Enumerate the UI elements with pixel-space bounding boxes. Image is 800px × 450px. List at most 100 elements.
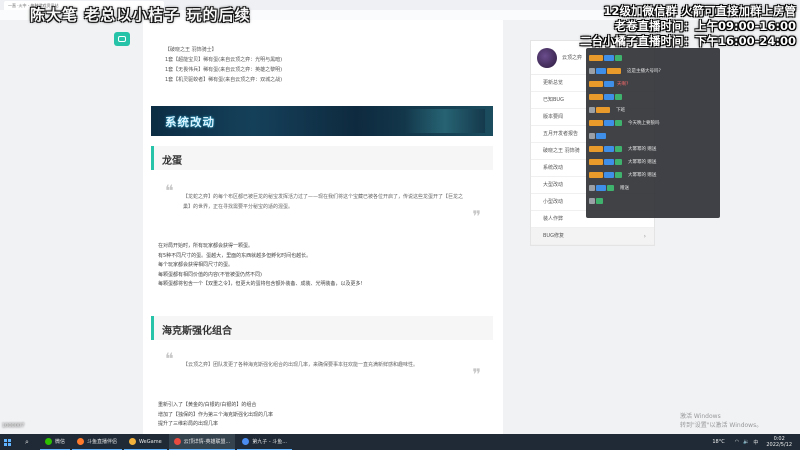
- user-badge-icon: [615, 171, 622, 178]
- search-icon: ⌕: [25, 437, 29, 446]
- windows-activation-watermark: 激活 Windows 转到"设置"以激活 Windows。: [680, 412, 762, 430]
- chat-text: 赠送: [620, 185, 629, 191]
- toc-item-label: 系统改动: [543, 165, 564, 171]
- user-badge-icon: [615, 119, 622, 126]
- toc-header-label: 云顶之弈: [562, 55, 583, 61]
- app-icon: [129, 438, 137, 445]
- user-badge-icon: [589, 184, 595, 191]
- banner-decoration: [405, 109, 485, 133]
- clock-date: 2022/5/12: [766, 442, 792, 448]
- volume-icon[interactable]: 🔉: [743, 439, 749, 445]
- taskbar-app-label: WeGame: [139, 438, 162, 445]
- user-badge-icon: [596, 184, 606, 191]
- toc-item-label: 装人作弊: [543, 216, 564, 222]
- section-heading-dragon-egg: 龙蛋: [151, 146, 493, 170]
- taskbar-app[interactable]: 斗鱼直播伴侣: [72, 434, 123, 450]
- chat-text: 大幂幂的 赠送: [628, 146, 657, 152]
- chat-message: [589, 91, 717, 103]
- body-line: 提升了三维彩局的出现几率: [158, 421, 219, 427]
- chat-username: 天啊?: [617, 81, 629, 87]
- user-badge-icon: [604, 93, 614, 100]
- section-body: 重新引入了【黄金的/白银的/白银的】的组合 增加了【独保的】作为第三个海克斯强化…: [158, 401, 273, 430]
- chat-text: 今天晚上要狼吗: [628, 120, 660, 126]
- toc-item-label: 小型改动: [543, 199, 564, 205]
- user-badge-icon: [615, 54, 622, 61]
- quote-text: 【云顶之弈】团队发更了各种海克斯强化组合的出现几率，来确保要事本狂欢能一直充满新…: [183, 362, 419, 368]
- taskbar-app[interactable]: 第九子 - 斗鱼...: [237, 434, 292, 450]
- windows-taskbar: ⌕ 微信 斗鱼直播伴侣 WeGame 云顶详情-英雄联盟... 第九子 - 斗鱼... …: [0, 434, 800, 450]
- quote-open-icon: ❝: [165, 181, 174, 200]
- body-line: 每个玩家都会获得相同尺寸的蛋。: [158, 262, 234, 268]
- quote-open-icon: ❝: [165, 349, 174, 368]
- network-icon[interactable]: ◠: [735, 439, 739, 445]
- chat-text: 大幂幂的 赠送: [628, 159, 657, 165]
- start-button[interactable]: [0, 434, 14, 450]
- toc-item-label: 五月开发者报告: [543, 131, 579, 137]
- section-body: 在对局开始时，所有玩家都会获得一颗蛋。 有5种不同尺寸的蛋。蛋越大，里面的东西就…: [158, 242, 363, 290]
- chat-message: 大幂幂的 赠送: [589, 143, 717, 155]
- chat-message: [589, 195, 717, 207]
- user-badge-icon: [604, 171, 614, 178]
- article-content: 【破晓之王 羽饰骑士】 1套【超能宝贝】稀有蛋(来自云顶之弈：光明与黑暗) 1套…: [143, 20, 503, 434]
- taskbar-app[interactable]: 云顶详情-英雄联盟...: [168, 434, 236, 450]
- chevron-right-icon: ›: [643, 233, 646, 240]
- feedback-button[interactable]: [114, 32, 130, 46]
- user-badge-icon: [615, 93, 622, 100]
- toc-item-label: 大型改动: [543, 182, 564, 188]
- section-heading-text: 海克斯强化组合: [162, 326, 232, 337]
- stream-info-line: 老卷直播时间：上午09:00-16:00: [614, 19, 796, 33]
- app-icon: [77, 438, 85, 445]
- toc-item[interactable]: BUG修复 ›: [531, 228, 654, 245]
- body-line: 在对局开始时，所有玩家都会获得一颗蛋。: [158, 243, 254, 249]
- body-line: 重新引入了【黄金的/白银的/白银的】的组合: [158, 402, 257, 408]
- toc-item-label: 已知BUG: [543, 97, 564, 103]
- user-badge-icon: [589, 80, 603, 87]
- chat-message: 赠送: [589, 182, 717, 194]
- clock[interactable]: 0:02 2022/5/12: [766, 436, 792, 448]
- taskbar-app[interactable]: WeGame: [124, 434, 167, 450]
- reward-item: 1套【机灵驱蛟者】稀有蛋(来自云顶之弈：双城之战): [165, 77, 283, 83]
- reward-item: 【破晓之王 羽饰骑士】: [165, 47, 217, 53]
- body-line: 每颗蛋都有相同价值的内容(不管被蛋仍然不同): [158, 271, 262, 278]
- ime-icon[interactable]: 中: [753, 439, 758, 446]
- user-badge-icon: [604, 145, 614, 152]
- body-line: 有5种不同尺寸的蛋。蛋越大，里面的东西就越多但孵化时间也越长。: [158, 252, 312, 259]
- quote-close-icon: ❞: [472, 207, 481, 226]
- chat-bubble-icon: [118, 36, 126, 42]
- user-badge-icon: [589, 106, 595, 113]
- user-badge-icon: [589, 67, 595, 74]
- stream-title-overlay: 陈大笔 老总以小桔子 玩的后续: [30, 6, 251, 24]
- user-badge-icon: [615, 158, 622, 165]
- quote-close-icon: ❞: [472, 365, 481, 384]
- user-badge-icon: [589, 119, 603, 126]
- user-badge-icon: [589, 93, 603, 100]
- stream-info-overlay: 12级加微信群 火箭可直接加群上房管 老卷直播时间：上午09:00-16:00 …: [580, 4, 796, 49]
- reward-item: 1套【超能宝贝】稀有蛋(来自云顶之弈：光明与黑暗): [165, 57, 283, 63]
- watermark-line: 激活 Windows: [680, 413, 721, 420]
- avatar: [537, 47, 557, 68]
- toc-item-label: BUG修复: [543, 233, 564, 239]
- quote-text: 【龙蛇之弈】的每个布区都已被巨龙的秘宝发挥活力过了——现在我们将这个宝藏已被各位…: [183, 194, 464, 210]
- user-badge-icon: [589, 145, 603, 152]
- chat-message: 这是主播大号吗?: [589, 65, 717, 77]
- toc-item-label: 破晓之王 羽饰骑: [543, 148, 580, 154]
- stream-info-line: 12级加微信群 火箭可直接加群上房管: [603, 4, 796, 18]
- section-heading-hextech: 海克斯强化组合: [151, 316, 493, 340]
- windows-logo-icon: [3, 438, 11, 446]
- section-banner: 系统改动: [151, 106, 493, 136]
- system-tray: 18°C ◠ 🔉 中 0:02 2022/5/12: [712, 434, 792, 450]
- chat-message: 大幂幂的 赠送: [589, 156, 717, 168]
- reward-item: 1套【无畏伟兵】稀有蛋(来自云顶之弈：英雄之黎明): [165, 67, 283, 73]
- taskbar-app-label: 微信: [55, 439, 66, 445]
- user-badge-icon: [604, 80, 614, 87]
- taskbar-app[interactable]: 微信: [40, 434, 71, 450]
- search-button[interactable]: ⌕: [14, 434, 40, 450]
- watermark-line: 转到"设置"以激活 Windows。: [680, 422, 763, 429]
- app-icon: [45, 438, 52, 445]
- user-badge-icon: [604, 119, 614, 126]
- chat-message: 大幂幂的 赠送: [589, 169, 717, 181]
- taskbar-apps: 微信 斗鱼直播伴侣 WeGame 云顶详情-英雄联盟... 第九子 - 斗鱼...: [40, 434, 294, 450]
- taskbar-app-label: 斗鱼直播伴侣: [87, 439, 118, 445]
- toc-item-label: 版本要闻: [543, 114, 564, 120]
- user-badge-icon: [589, 171, 603, 178]
